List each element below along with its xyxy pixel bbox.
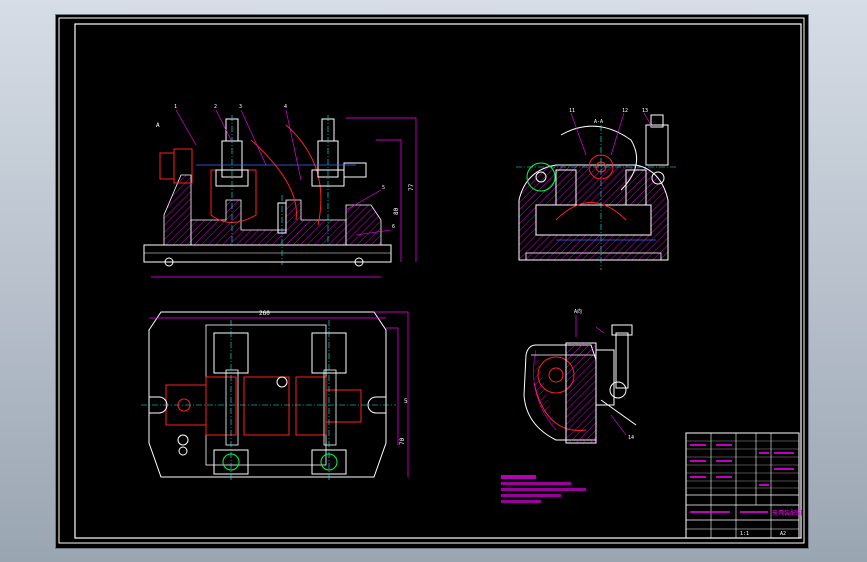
- balloon-4: 4: [284, 104, 287, 110]
- dimension-plan-height: 70: [399, 437, 406, 445]
- balloon-12: 12: [622, 108, 628, 114]
- balloon-3: 3: [239, 104, 242, 110]
- front-view: [143, 109, 417, 278]
- title-block-scale: 1:1: [740, 531, 749, 537]
- detail-view: [523, 315, 637, 444]
- cad-viewport[interactable]: 77 80 1 2 3 4 5 6 A A-A 11 12 13 260 70 …: [55, 14, 809, 549]
- plan-view: [141, 311, 409, 480]
- technical-notes: [501, 475, 586, 503]
- view-label-a-front: A: [156, 122, 160, 129]
- balloon-14: 14: [628, 435, 634, 441]
- balloon-11: 11: [569, 108, 575, 114]
- cad-drawing: 77 80 1 2 3 4 5 6 A A-A 11 12 13 260 70 …: [58, 17, 805, 544]
- section-label: A-A: [594, 119, 603, 125]
- dimension-front-height: 77: [408, 183, 415, 191]
- dimension-plan-side: 5: [404, 398, 408, 405]
- balloon-2: 2: [214, 104, 217, 110]
- balloon-1: 1: [174, 104, 177, 110]
- title-block: [685, 432, 800, 539]
- balloon-6: 6: [392, 224, 395, 230]
- balloon-5: 5: [382, 185, 385, 191]
- balloon-13: 13: [642, 108, 648, 114]
- section-view: [516, 112, 676, 270]
- detail-view-label: A向: [574, 308, 582, 315]
- dimension-plan-width: 260: [259, 310, 270, 317]
- dimension-front-height-2: 80: [393, 207, 400, 215]
- title-block-title: 夹具装配图: [772, 509, 802, 517]
- title-block-sheet: A2: [780, 531, 786, 537]
- sheet-outer-border: [58, 17, 805, 544]
